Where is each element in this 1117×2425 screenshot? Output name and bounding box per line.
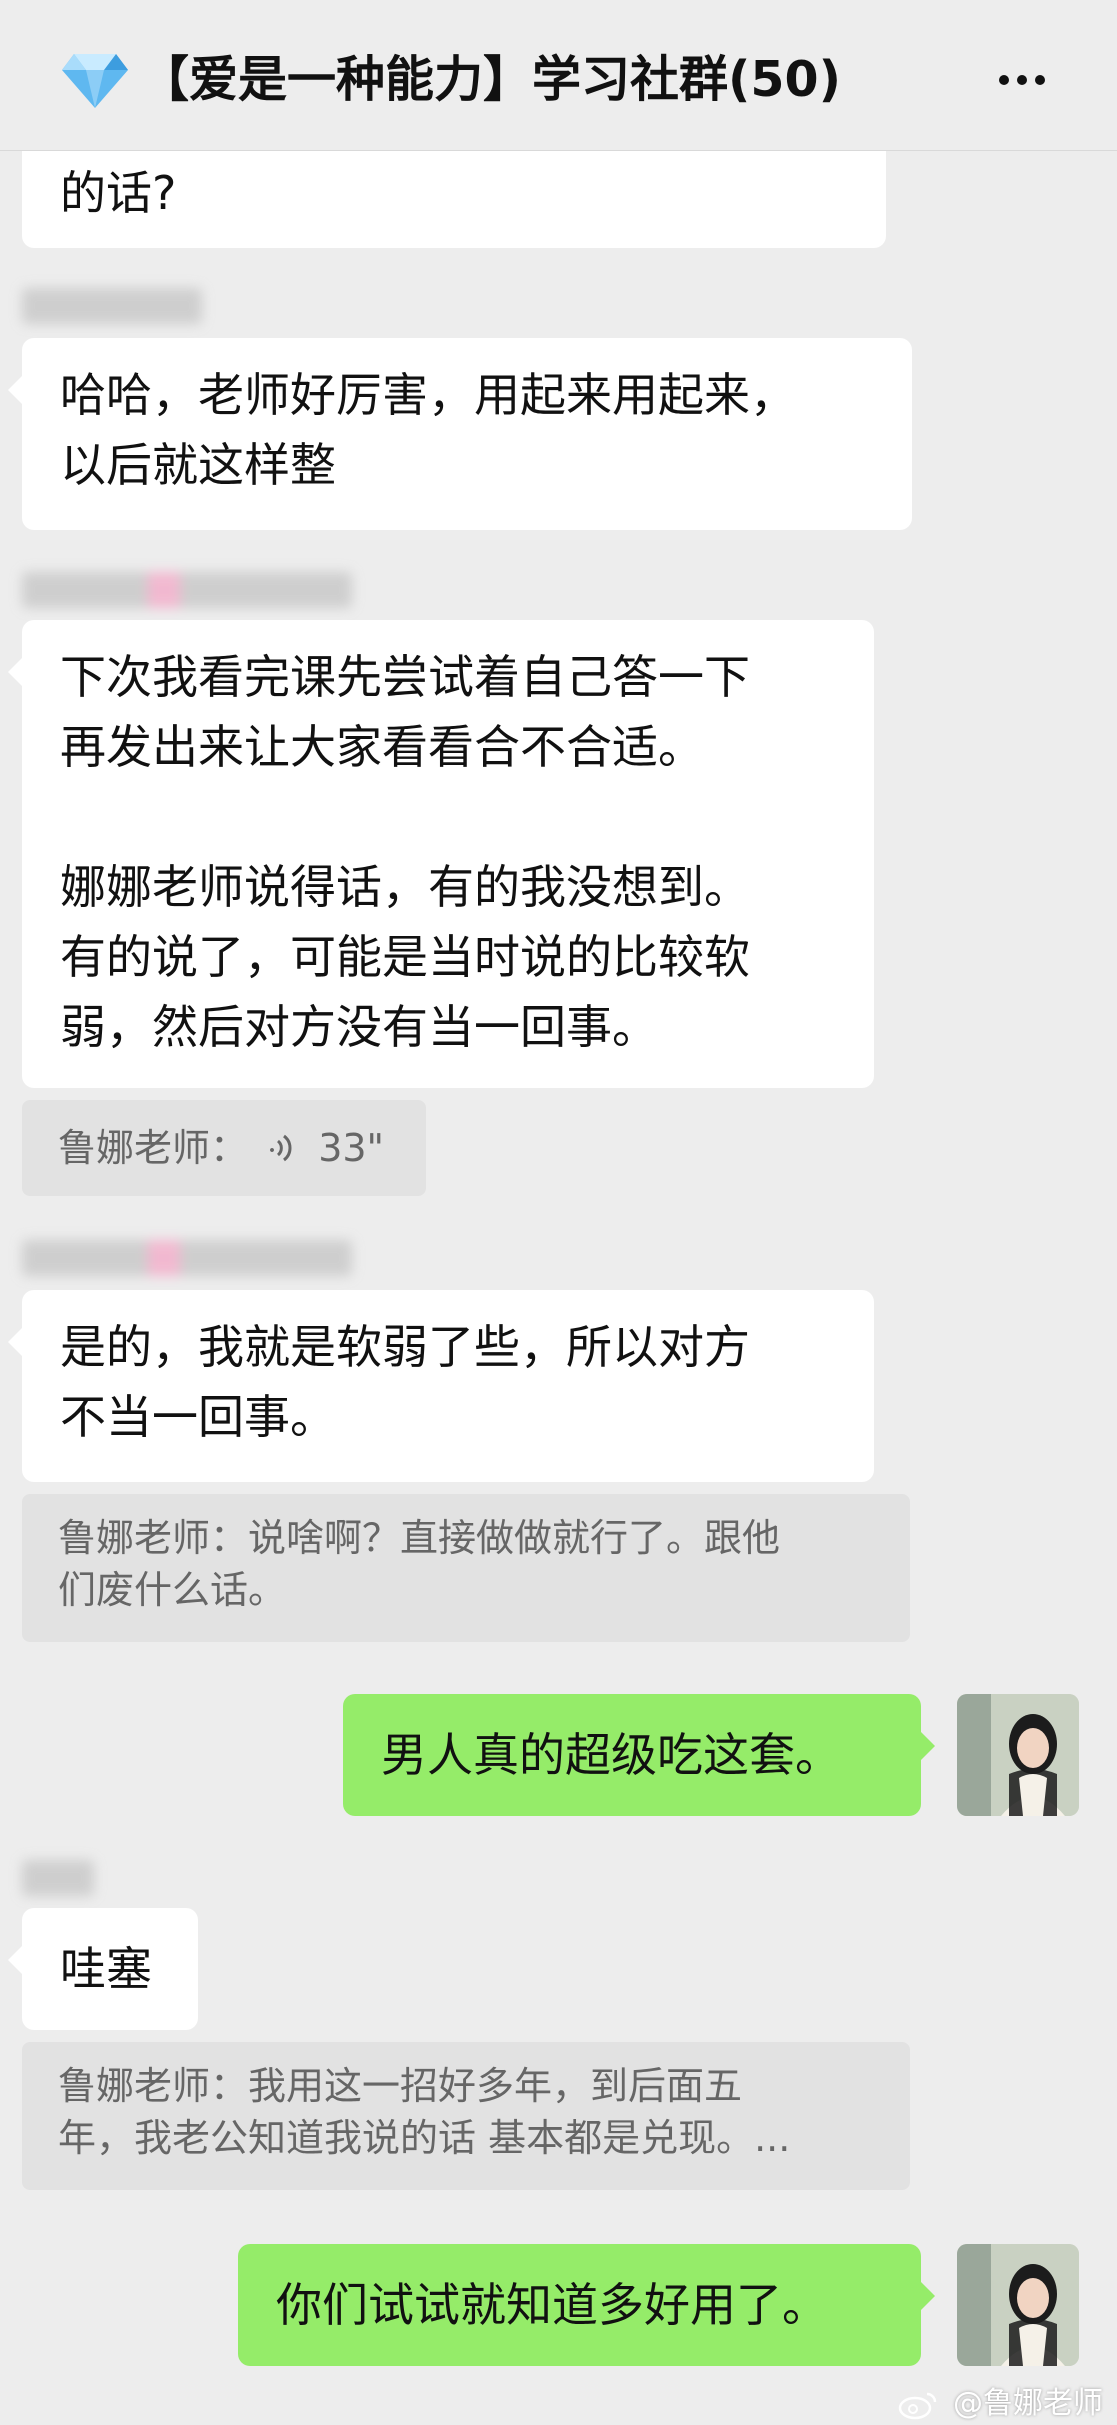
quoted-voice-message[interactable]: 鲁娜老师： 33" [22, 1100, 426, 1196]
message-line: 下次我看完课先尝试着自己答一下 [60, 650, 750, 704]
message-line: 是的，我就是软弱了些，所以对方 [60, 1320, 750, 1374]
message-line: 有的说了，可能是当时说的比较软 [60, 930, 750, 984]
own-message-bubble[interactable]: 你们试试就知道多好用了。 [238, 2244, 935, 2366]
quoted-message[interactable]: 鲁娜老师：说啥啊？直接做做就行了。跟他 们废什么话。 [22, 1494, 910, 1642]
message-text: 哇塞 [60, 1942, 152, 1996]
message-bubble[interactable]: 下次我看完课先尝试着自己答一下 再发出来让大家看看合不合适。 娜娜老师说得话，有… [8, 620, 874, 1088]
message-bubble[interactable]: 哇塞 [8, 1908, 198, 2030]
quote-sender: 鲁娜老师： [58, 1126, 249, 1170]
sender-name-blurred [22, 572, 352, 608]
own-message-bubble[interactable]: 男人真的超级吃这套。 [343, 1694, 935, 1816]
chat-header: 【爱是一种能力】学习社群(50) [0, 0, 1117, 151]
quote-line: 年，我老公知道我说的话 基本都是兑现。... [58, 2116, 791, 2160]
message-text: 男人真的超级吃这套。 [381, 1728, 841, 1782]
quote-line: 们废什么话。 [58, 1568, 287, 1612]
chat-title: 【爱是一种能力】学习社群(50) [140, 51, 841, 108]
message-line: 弱，然后对方没有当一回事。 [60, 1000, 658, 1054]
sender-name-blurred [22, 1860, 94, 1896]
quote-line: 鲁娜老师：说啥啊？直接做做就行了。跟他 [58, 1516, 781, 1560]
message-line: 不当一回事。 [60, 1390, 336, 1444]
message-line: 以后就这样整 [60, 438, 336, 492]
watermark-text: @鲁娜老师 [953, 2386, 1103, 2421]
message-text: 你们试试就知道多好用了。 [276, 2278, 828, 2332]
message-line: 再发出来让大家看看合不合适。 [60, 720, 704, 774]
voice-duration: 33" [318, 1126, 385, 1170]
message-bubble[interactable]: 哈哈，老师好厉害，用起来用起来， 以后就这样整 [8, 338, 912, 530]
more-dots-icon[interactable] [999, 60, 1059, 100]
message-bubble[interactable]: 是的，我就是软弱了些，所以对方 不当一回事。 [8, 1290, 874, 1482]
watermark: @鲁娜老师 [897, 2378, 1103, 2422]
diamond-icon [62, 54, 128, 108]
message-line: 娜娜老师说得话，有的我没想到。 [60, 860, 750, 914]
message-line: 哈哈，老师好厉害，用起来用起来， [60, 368, 796, 422]
avatar[interactable] [957, 1694, 1079, 1816]
quoted-message[interactable]: 鲁娜老师：我用这一招好多年，到后面五 年，我老公知道我说的话 基本都是兑现。..… [22, 2042, 910, 2190]
quote-line: 鲁娜老师：我用这一招好多年，到后面五 [58, 2064, 743, 2108]
weibo-logo-icon [899, 2392, 937, 2419]
sender-name-blurred [22, 288, 202, 324]
voice-icon [270, 1134, 292, 1162]
sender-name-blurred [22, 1240, 352, 1276]
message-line: 的话? [60, 166, 177, 220]
avatar[interactable] [957, 2244, 1079, 2366]
